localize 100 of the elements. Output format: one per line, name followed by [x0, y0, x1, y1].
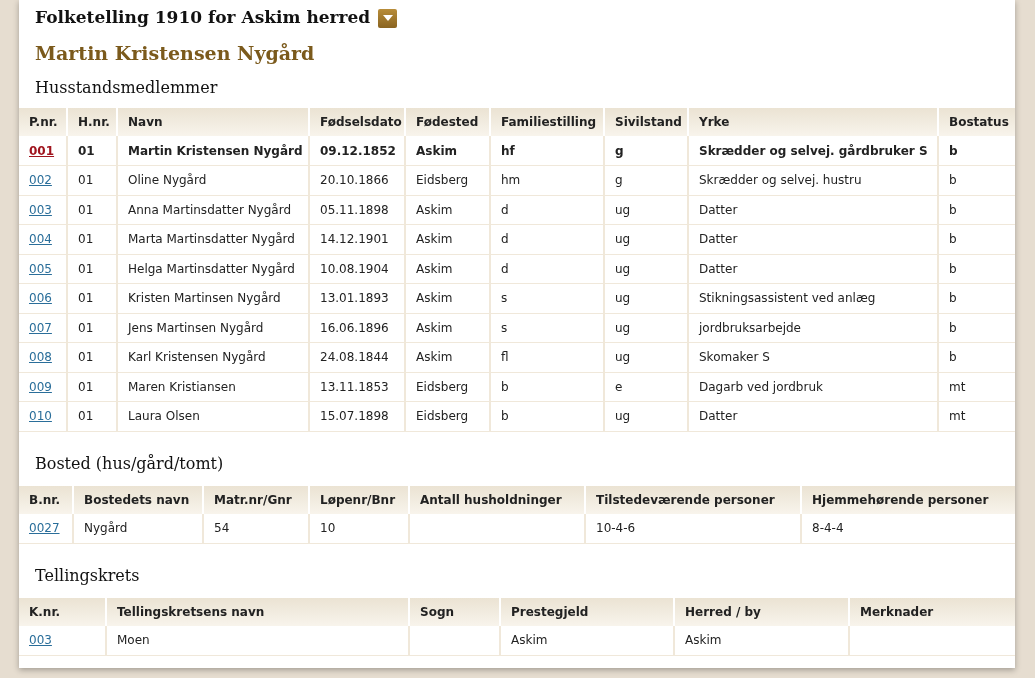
column-header: Tilstedeværende personer	[585, 485, 801, 514]
table-cell: 09.12.1852	[320, 143, 396, 158]
section-heading: Tellingskrets	[35, 564, 140, 587]
column-header: Fødselsdato	[309, 108, 405, 136]
column-header: Tellingskretsens navn	[106, 597, 409, 626]
column-header: K.nr.	[19, 597, 106, 626]
table-cell: Martin Kristensen Nygård	[128, 143, 303, 158]
table-cell: Eidsberg	[416, 409, 469, 424]
record-link[interactable]: 008	[29, 350, 52, 365]
column-header: Hjemmehørende personer	[801, 485, 1015, 514]
table-cell: ug	[615, 232, 631, 247]
table-cell: 15.07.1898	[320, 409, 389, 424]
table-cell: 01	[78, 320, 94, 335]
table-cell: fl	[501, 350, 509, 365]
table-cell: mt	[949, 409, 966, 424]
table-cell: 01	[78, 379, 94, 394]
table-cell: 10-4-6	[596, 521, 636, 535]
table-cell: s	[501, 320, 508, 335]
table-cell: Askim	[416, 232, 453, 247]
column-header: Navn	[117, 108, 309, 136]
table-cell: hm	[501, 173, 521, 188]
dropdown-button[interactable]	[378, 8, 398, 28]
table-cell: Askim	[685, 633, 722, 647]
record-link[interactable]: 004	[29, 232, 52, 247]
record-link[interactable]: 0027	[29, 521, 60, 535]
table-cell: 8-4-4	[812, 521, 844, 535]
table-cell: b	[949, 261, 957, 276]
table-cell: 14.12.1901	[320, 232, 389, 247]
page-title: Folketelling 1910 for Askim herred	[35, 6, 371, 30]
column-header: Herred / by	[674, 597, 849, 626]
table-cell: Moen	[117, 633, 150, 647]
table-cell: b	[949, 291, 957, 306]
table-cell: Karl Kristensen Nygård	[128, 350, 266, 365]
table-cell: s	[501, 291, 508, 306]
table-cell: 01	[78, 409, 94, 424]
record-link[interactable]: 010	[29, 409, 52, 424]
table-cell: 10	[320, 521, 336, 535]
table-cell: Oline Nygård	[128, 173, 207, 188]
table-cell: d	[501, 202, 509, 217]
column-header: Sivilstand	[604, 108, 688, 136]
table-cell: 01	[78, 291, 94, 306]
record-link[interactable]: 001	[29, 143, 55, 158]
table-cell: mt	[949, 379, 966, 394]
column-header: Sogn	[409, 597, 500, 626]
table-cell: Skrædder og selvej. gårdbruker S	[699, 143, 928, 158]
record-link[interactable]: 002	[29, 173, 52, 188]
table-cell: b	[949, 143, 958, 158]
section-heading: Bosted (hus/gård/tomt)	[35, 452, 224, 475]
table-cell: Helga Martinsdatter Nygård	[128, 261, 295, 276]
table-cell: 13.11.1853	[320, 379, 389, 394]
table-cell: b	[501, 409, 509, 424]
table-cell: ug	[615, 261, 631, 276]
table-cell: Marta Martinsdatter Nygård	[128, 232, 295, 247]
column-header: B.nr.	[19, 485, 73, 514]
table-cell: Skomaker S	[699, 350, 770, 365]
person-name: Martin Kristensen Nygård	[35, 40, 315, 66]
table-cell: b	[949, 202, 957, 217]
table-cell: e	[615, 379, 623, 394]
table-cell: ug	[615, 350, 631, 365]
table-cell: Kristen Martinsen Nygård	[128, 291, 281, 306]
table-cell: b	[949, 173, 957, 188]
table-cell: 01	[78, 261, 94, 276]
column-header: Løpenr/Bnr	[309, 485, 409, 514]
table-cell: ug	[615, 320, 631, 335]
column-header: P.nr.	[19, 108, 67, 136]
record-link[interactable]: 007	[29, 320, 52, 335]
column-header: Bostatus	[938, 108, 1015, 136]
table-cell: ug	[615, 409, 631, 424]
table-cell: b	[949, 320, 957, 335]
table-cell: Askim	[511, 633, 548, 647]
record-link[interactable]: 006	[29, 291, 52, 306]
table-cell: Datter	[699, 232, 738, 247]
table-cell: hf	[501, 143, 515, 158]
record-link[interactable]: 009	[29, 379, 52, 394]
caret-icon	[382, 15, 393, 21]
table-cell: 01	[78, 143, 95, 158]
table-cell: b	[949, 232, 957, 247]
table-cell: g	[615, 143, 624, 158]
column-header: Merknader	[849, 597, 1015, 626]
table-cell: 13.01.1893	[320, 291, 389, 306]
record-link[interactable]: 003	[29, 633, 52, 647]
table-cell: Laura Olsen	[128, 409, 200, 424]
table-cell: b	[501, 379, 509, 394]
table-cell: Jens Martinsen Nygård	[128, 320, 264, 335]
record-link[interactable]: 003	[29, 202, 52, 217]
table-cell: Eidsberg	[416, 379, 469, 394]
column-header: Familiestilling	[490, 108, 604, 136]
table-cell: Askim	[416, 143, 458, 158]
table-cell: 01	[78, 173, 94, 188]
record-link[interactable]: 005	[29, 261, 52, 276]
table-cell: ug	[615, 291, 631, 306]
table-cell: Datter	[699, 409, 738, 424]
section-heading: Husstandsmedlemmer	[35, 77, 218, 99]
table-cell: Skrædder og selvej. hustru	[699, 173, 862, 188]
table-cell: 05.11.1898	[320, 202, 389, 217]
table-cell: Askim	[416, 202, 453, 217]
table-cell: jordbruksarbejde	[699, 320, 801, 335]
table-cell: Askim	[416, 291, 453, 306]
table-cell: g	[615, 173, 623, 188]
table-cell: 01	[78, 202, 94, 217]
